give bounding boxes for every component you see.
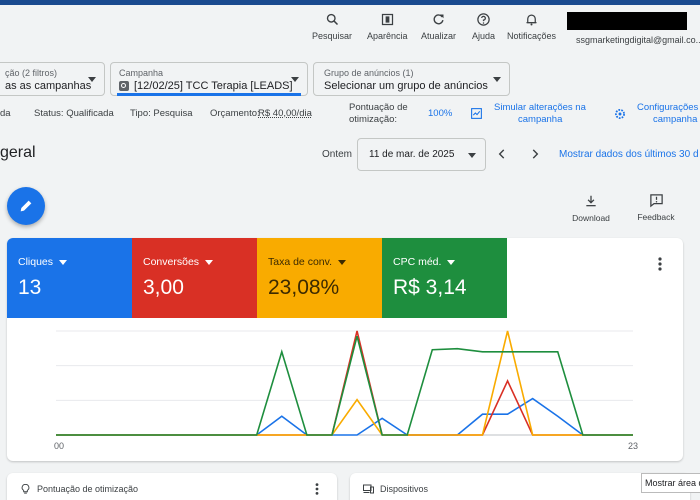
x-tick-label: 00	[54, 441, 64, 451]
metric-clicks-label: Cliques	[18, 256, 54, 268]
adgroup-selector[interactable]: Grupo de anúncios (1) Selecionar um grup…	[313, 62, 510, 96]
chevron-down-icon[interactable]	[205, 259, 214, 265]
metric-conv-rate-value: 23,08%	[268, 276, 340, 299]
chevron-down-icon[interactable]	[447, 259, 456, 265]
devices-card-title: Dispositivos	[380, 484, 429, 494]
search-campaign-icon	[119, 81, 129, 91]
chevron-down-icon	[468, 153, 476, 158]
lightbulb-icon	[21, 483, 30, 494]
optimization-score-card: Pontuação de otimização	[7, 473, 337, 500]
show-last-30-days-link[interactable]: Mostrar dados dos últimos 30 d	[559, 149, 699, 160]
chevron-down-icon	[493, 77, 501, 82]
chevron-down-icon	[88, 77, 96, 82]
campaign-status-filter[interactable]: ção (2 filtros) as as campanhas	[0, 62, 105, 96]
account-email[interactable]: ssgmarketingdigital@gmail.co...	[576, 35, 700, 45]
help-tool[interactable]: Ajuda	[472, 12, 495, 41]
metric-avg-cpc-label: CPC méd.	[393, 256, 442, 268]
campaign-status-row: da Status: Qualificada Tipo: Pesquisa Or…	[0, 102, 700, 132]
optimization-score-card-title: Pontuação de otimização	[37, 484, 139, 494]
chevron-left-icon[interactable]	[495, 147, 509, 161]
simulate-link-line2[interactable]: campanha	[518, 114, 562, 125]
feedback-icon	[649, 194, 663, 208]
metric-clicks-label-row: Cliques	[18, 256, 68, 268]
adgroup-selector-value: Selecionar um grupo de anúncios	[324, 80, 488, 92]
refresh-tool[interactable]: Atualizar	[421, 12, 456, 41]
help-icon	[477, 13, 490, 26]
pencil-icon	[20, 200, 32, 212]
series-line-3	[56, 336, 633, 436]
metric-clicks-value: 13	[18, 276, 42, 299]
chevron-down-icon[interactable]	[59, 259, 68, 265]
metric-conversions-label: Conversões	[143, 256, 200, 268]
feedback-button[interactable]: Feedback	[636, 193, 676, 222]
appearance-tool[interactable]: Aparência	[367, 12, 408, 41]
metric-avg-cpc[interactable]: CPC méd. R$ 3,14	[382, 238, 507, 318]
adgroup-selector-label: Grupo de anúncios (1)	[324, 68, 414, 78]
campaign-selector-value-row: [12/02/25] TCC Terapia [LEADS]	[119, 80, 293, 92]
chevron-down-icon[interactable]	[338, 259, 347, 265]
download-icon	[586, 195, 596, 207]
opt-score-value[interactable]: 100%	[428, 108, 452, 119]
date-picker-value: 11 de mar. de 2025	[369, 149, 455, 160]
status-text: Status: Qualificada	[34, 108, 114, 119]
bell-icon	[526, 14, 537, 26]
date-picker[interactable]: 11 de mar. de 2025	[357, 138, 486, 171]
campaign-selector-underline	[117, 93, 301, 96]
campaign-selector-label: Campanha	[119, 68, 164, 78]
campaign-status-filter-label: ção (2 filtros)	[5, 68, 58, 78]
metric-conversions-label-row: Conversões	[143, 256, 214, 268]
search-icon	[326, 13, 338, 26]
performance-card: Cliques 13 Conversões 3,00 Taxa de conv.…	[7, 238, 683, 461]
chevron-right-icon[interactable]	[528, 147, 542, 161]
tooltip: Mostrar área de	[641, 473, 700, 493]
opt-score-label-line2: otimização:	[349, 114, 398, 125]
download-button[interactable]: Download	[572, 194, 610, 223]
simulate-link-line1[interactable]: Simular alterações na	[494, 102, 586, 113]
metric-clicks[interactable]: Cliques 13	[7, 238, 132, 318]
appearance-label: Aparência	[367, 31, 408, 41]
help-label: Ajuda	[472, 31, 496, 41]
opt-score-label-line1: Pontuação de	[349, 102, 408, 113]
search-tool[interactable]: Pesquisar	[312, 12, 352, 41]
x-tick-label: 23	[628, 441, 638, 451]
chevron-down-icon	[291, 77, 299, 82]
metric-conversions-value: 3,00	[143, 276, 184, 299]
refresh-label: Atualizar	[421, 31, 457, 41]
devices-icon	[363, 484, 374, 494]
type-text: Tipo: Pesquisa	[130, 108, 193, 119]
devices-card: Dispositivos	[350, 473, 690, 500]
overview-title-row: geral Ontem 11 de mar. de 2025 Mostrar d…	[0, 138, 700, 172]
metric-avg-cpc-label-row: CPC méd.	[393, 256, 456, 268]
appearance-icon	[381, 13, 393, 26]
metric-conv-rate[interactable]: Taxa de conv. 23,08%	[257, 238, 382, 318]
account-name-redacted[interactable]	[567, 12, 687, 30]
refresh-icon	[433, 14, 444, 25]
campaign-status-filter-value: as as campanhas	[5, 80, 92, 92]
notifications-tool[interactable]: Notificações	[507, 12, 556, 41]
metric-conv-rate-label-row: Taxa de conv.	[268, 256, 347, 268]
gear-icon	[615, 109, 625, 119]
page-title: geral	[0, 144, 36, 161]
budget-label: Orçamento:	[210, 108, 260, 119]
metric-conversions[interactable]: Conversões 3,00	[132, 238, 257, 318]
line-chart: 00 23	[54, 330, 638, 451]
edit-fab-button[interactable]	[7, 187, 45, 225]
config-link-line1[interactable]: Configurações	[637, 102, 698, 113]
budget-value[interactable]: R$ 40,00/dia	[258, 108, 312, 119]
chart-icon	[471, 108, 482, 119]
top-toolbar: Pesquisar Aparência Atualizar Ajuda Noti…	[0, 5, 700, 50]
feedback-label: Feedback	[637, 212, 675, 222]
metric-conv-rate-label: Taxa de conv.	[268, 256, 333, 268]
metric-avg-cpc-value: R$ 3,14	[393, 276, 467, 299]
more-vert-icon[interactable]	[657, 256, 663, 272]
download-label: Download	[572, 213, 610, 223]
campaign-selector[interactable]: Campanha [12/02/25] TCC Terapia [LEADS]	[110, 62, 308, 96]
config-link-line2[interactable]: campanha	[653, 114, 697, 125]
status-partial-text: da	[0, 108, 11, 119]
campaign-selector-value: [12/02/25] TCC Terapia [LEADS]	[134, 80, 293, 92]
period-label: Ontem	[322, 149, 353, 160]
more-vert-icon[interactable]	[314, 482, 320, 496]
notifications-label: Notificações	[507, 31, 557, 41]
search-label: Pesquisar	[312, 31, 353, 41]
